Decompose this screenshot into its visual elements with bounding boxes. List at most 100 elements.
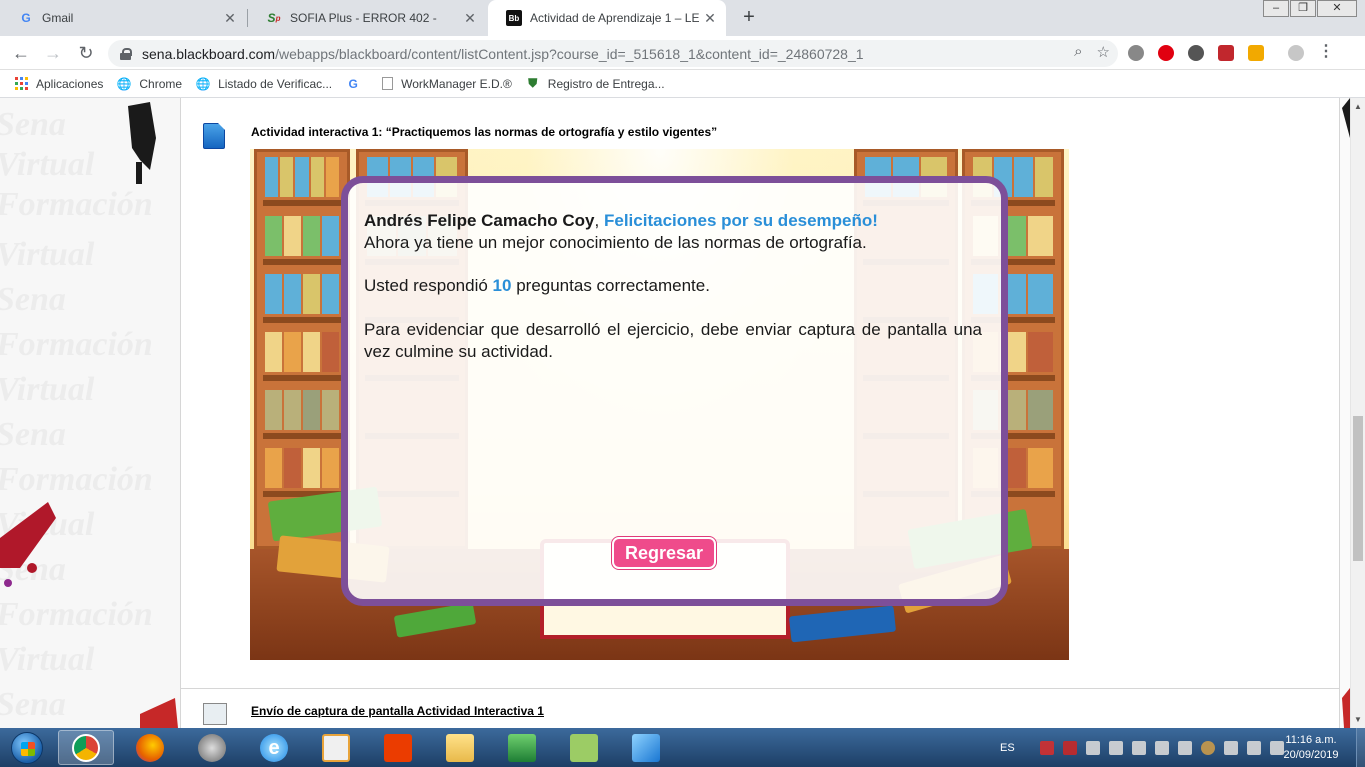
bookshelf	[254, 149, 350, 549]
clock-date: 20/09/2019	[1283, 749, 1339, 761]
sofia-icon: Sp	[267, 11, 281, 25]
reload-button[interactable]: ↻	[74, 41, 98, 65]
office-icon	[384, 733, 412, 762]
bookmark-workmanager[interactable]: WorkManager E.D.®	[382, 77, 512, 91]
profile-avatar[interactable]	[1288, 45, 1304, 61]
printer-icon[interactable]	[1177, 740, 1192, 755]
bookmarks-bar: Aplicaciones 🌐 Chrome 🌐 Listado de Verif…	[0, 70, 1365, 98]
firefox-icon	[136, 733, 164, 762]
record-extension-icon[interactable]	[1188, 45, 1204, 61]
regresar-button[interactable]: Regresar	[612, 537, 716, 569]
taskbar-media[interactable]	[184, 730, 240, 765]
lightning-icon	[632, 733, 660, 762]
shield-tray-icon[interactable]	[1062, 740, 1077, 755]
scroll-down-icon[interactable]: ▼	[1354, 715, 1362, 724]
taskbar-wireless[interactable]	[556, 730, 612, 765]
display-tray-icon[interactable]	[1154, 740, 1169, 755]
extensions: ⋮	[1128, 44, 1334, 61]
google-icon: G	[21, 11, 31, 25]
tab-gmail[interactable]: G Gmail ✕	[0, 0, 246, 36]
chrome-icon	[72, 733, 100, 762]
antivirus-icon[interactable]	[1039, 740, 1054, 755]
address-bar[interactable]: sena.blackboard.com/webapps/blackboard/c…	[108, 40, 1118, 67]
student-name: Andrés Felipe Camacho Coy	[364, 211, 595, 230]
forward-button[interactable]: →	[41, 41, 65, 65]
close-icon[interactable]: ✕	[700, 10, 720, 27]
dialog-greeting: Andrés Felipe Camacho Coy, Felicitacione…	[364, 210, 982, 254]
opera-extension-icon[interactable]	[1158, 45, 1174, 61]
show-desktop-button[interactable]	[1356, 728, 1365, 767]
sena-background-right	[1340, 98, 1350, 728]
printer-tray-icon[interactable]	[1085, 740, 1100, 755]
document-icon	[203, 123, 225, 149]
device-tray-icon[interactable]	[1108, 740, 1123, 755]
item-title[interactable]: Envío de captura de pantalla Actividad I…	[251, 704, 544, 718]
tab-sofia[interactable]: Sp SOFIA Plus - ERROR 402 - ✕	[248, 0, 486, 36]
tab-title: SOFIA Plus - ERROR 402 -	[290, 11, 437, 25]
zoom-icon[interactable]: ⌕	[1074, 43, 1082, 61]
close-icon[interactable]: ✕	[460, 10, 480, 27]
network-tray-icon[interactable]	[1223, 740, 1238, 755]
omnibox-actions: ⌕ ☆	[1074, 43, 1110, 61]
minimize-button[interactable]: –	[1263, 0, 1289, 17]
page-scrollbar[interactable]: ▲ ▼	[1350, 98, 1365, 728]
monitor-icon	[508, 733, 536, 762]
window-controls: – ❐ ✕	[1262, 0, 1357, 17]
bookmark-chrome[interactable]: 🌐 Chrome	[117, 77, 182, 91]
url-path: /webapps/blackboard/content/listContent.…	[275, 45, 864, 62]
tab-title: Gmail	[42, 11, 74, 25]
pdf-extension-icon[interactable]	[1218, 45, 1234, 61]
bookmark-aplicaciones[interactable]: Aplicaciones	[14, 77, 103, 91]
language-indicator[interactable]: ES	[1000, 742, 1015, 754]
taskbar-firefox[interactable]	[122, 730, 178, 765]
scroll-up-icon[interactable]: ▲	[1354, 102, 1362, 111]
browser-toolbar: ← → ↻ sena.blackboard.com/webapps/blackb…	[0, 36, 1365, 70]
bookmark-listado[interactable]: 🌐 Listado de Verificac...	[196, 77, 333, 91]
restore-button[interactable]: ❐	[1290, 0, 1316, 17]
cursor-extension-icon[interactable]	[1248, 45, 1264, 61]
windows-taskbar: e ES 11:16 a.m. 20/09/2019	[0, 728, 1365, 767]
google-icon: G	[348, 76, 358, 91]
knowledge-text: Ahora ya tiene un mejor conocimiento de …	[364, 233, 867, 252]
new-tab-button[interactable]: +	[738, 6, 760, 28]
star-icon[interactable]: ☆	[1097, 43, 1110, 61]
flag-icon[interactable]	[1131, 740, 1146, 755]
close-icon[interactable]: ✕	[220, 10, 240, 27]
app-tray-icon[interactable]	[1200, 740, 1215, 755]
taskbar-network[interactable]	[494, 730, 550, 765]
taskbar-ie[interactable]: e	[246, 730, 302, 765]
battery-icon[interactable]	[1246, 740, 1261, 755]
tab-actividad[interactable]: Bb Actividad de Aprendizaje 1 – LEC ✕	[488, 0, 726, 36]
paint-splash-decoration	[0, 102, 178, 728]
bookmark-label: Registro de Entrega...	[547, 76, 665, 91]
bookmark-google[interactable]: G	[346, 77, 368, 91]
answered-prefix: Usted respondió	[364, 276, 488, 295]
taskbar-office[interactable]	[370, 730, 426, 765]
taskbar-chrome[interactable]	[58, 730, 114, 765]
taskbar-video[interactable]	[308, 730, 364, 765]
folder-icon	[446, 733, 474, 762]
page-content: Sena Virtual Formación Virtual Sena Form…	[0, 98, 1365, 728]
taskbar-app[interactable]	[618, 730, 674, 765]
paint-splash-decoration	[1342, 98, 1350, 728]
assignment-icon	[203, 703, 227, 725]
system-tray: ES	[1000, 728, 1284, 767]
close-window-button[interactable]: ✕	[1317, 0, 1357, 17]
instructions-text: Para evidenciar que desarrolló el ejerci…	[364, 320, 982, 361]
bookmark-label: Aplicaciones	[36, 76, 104, 91]
menu-icon[interactable]: ⋮	[1318, 44, 1334, 61]
url-domain: sena.blackboard.com	[142, 45, 276, 62]
bookmark-registro[interactable]: ⛊ Registro de Entrega...	[526, 76, 665, 91]
skype-extension-icon[interactable]	[1128, 45, 1144, 61]
comma: ,	[594, 211, 600, 230]
lock-icon[interactable]	[120, 47, 132, 60]
back-button[interactable]: ←	[9, 41, 33, 65]
system-clock[interactable]: 11:16 a.m. 20/09/2019	[1276, 733, 1346, 763]
taskbar-explorer[interactable]	[432, 730, 488, 765]
scroll-thumb[interactable]	[1353, 416, 1363, 561]
media-player-icon	[198, 733, 226, 762]
apps-grid-icon	[14, 77, 28, 91]
answered-line: Usted respondió 10 preguntas correctamen…	[364, 275, 982, 297]
tab-title: Actividad de Aprendizaje 1 – LEC	[530, 11, 700, 25]
start-button[interactable]	[2, 728, 52, 767]
